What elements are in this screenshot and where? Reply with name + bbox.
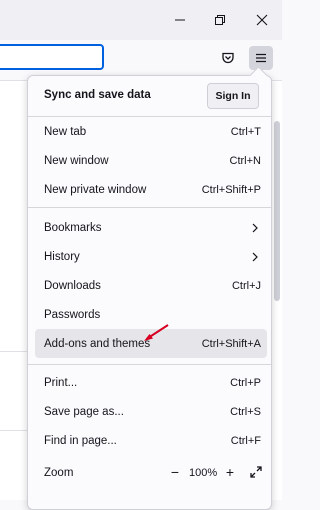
new-window-label: New window (44, 154, 109, 167)
chevron-right-icon (252, 252, 258, 261)
minimize-icon (175, 19, 185, 21)
bookmarks-label: Bookmarks (44, 221, 102, 234)
menu-item-downloads[interactable]: Downloads Ctrl+J (35, 271, 267, 300)
restore-button[interactable] (200, 4, 240, 36)
hamburger-menu-icon (256, 53, 266, 63)
find-shortcut: Ctrl+F (230, 434, 261, 447)
pocket-icon (222, 52, 234, 64)
menu-item-history[interactable]: History (35, 242, 267, 271)
zoom-out-button[interactable]: − (165, 462, 185, 482)
sign-in-button[interactable]: Sign In (207, 83, 259, 109)
save-page-label: Save page as... (44, 405, 124, 418)
menu-item-new-private-window[interactable]: New private window Ctrl+Shift+P (35, 175, 267, 204)
history-label: History (44, 250, 80, 263)
close-icon (256, 14, 268, 26)
new-window-shortcut: Ctrl+N (229, 154, 261, 167)
restore-icon (215, 15, 225, 25)
new-tab-label: New tab (44, 125, 87, 138)
chevron-right-icon (252, 223, 258, 232)
fullscreen-button[interactable] (247, 463, 265, 481)
application-menu-panel: Sync and save data Sign In New tab Ctrl+… (27, 66, 272, 510)
menu-item-new-tab[interactable]: New tab Ctrl+T (35, 117, 267, 146)
print-shortcut: Ctrl+P (230, 376, 261, 389)
page-scrollbar[interactable] (274, 121, 280, 301)
passwords-label: Passwords (44, 308, 101, 321)
downloads-shortcut: Ctrl+J (231, 279, 261, 292)
separator (28, 364, 271, 365)
annotation-arrow-icon (144, 324, 169, 341)
addons-shortcut: Ctrl+Shift+A (201, 337, 261, 350)
sync-label: Sync and save data (44, 88, 151, 101)
new-tab-shortcut: Ctrl+T (230, 125, 261, 138)
save-page-shortcut: Ctrl+S (230, 405, 261, 418)
new-private-window-label: New private window (44, 183, 147, 196)
pocket-button[interactable] (216, 46, 240, 70)
separator (28, 207, 271, 208)
application-menu-button[interactable] (249, 46, 273, 70)
menu-item-find-in-page[interactable]: Find in page... Ctrl+F (35, 426, 267, 455)
menu-item-print[interactable]: Print... Ctrl+P (35, 368, 267, 397)
zoom-label: Zoom (44, 466, 74, 479)
minimize-button[interactable] (160, 4, 200, 36)
zoom-reset-button[interactable]: 100% (189, 458, 217, 487)
close-button[interactable] (242, 4, 282, 36)
menu-item-save-page[interactable]: Save page as... Ctrl+S (35, 397, 267, 426)
zoom-in-button[interactable]: + (220, 462, 240, 482)
downloads-label: Downloads (44, 279, 101, 292)
menu-item-bookmarks[interactable]: Bookmarks (35, 213, 267, 242)
menu-item-new-window[interactable]: New window Ctrl+N (35, 146, 267, 175)
title-bar (0, 0, 282, 40)
addons-label: Add-ons and themes (44, 337, 151, 350)
find-label: Find in page... (44, 434, 117, 447)
fullscreen-icon (250, 466, 262, 478)
print-label: Print... (44, 376, 78, 389)
new-private-window-shortcut: Ctrl+Shift+P (201, 183, 261, 196)
menu-item-zoom: Zoom − 100% + (35, 458, 267, 487)
address-bar[interactable] (0, 44, 104, 70)
